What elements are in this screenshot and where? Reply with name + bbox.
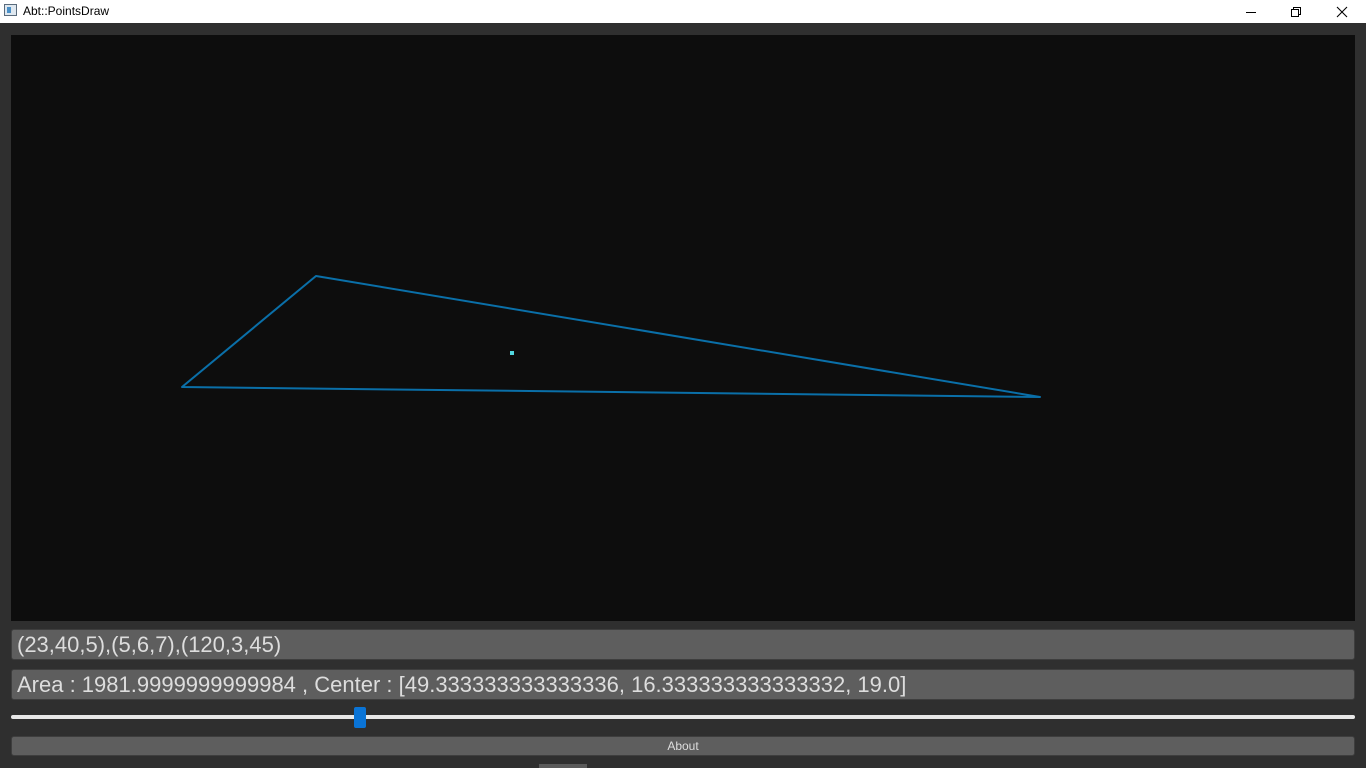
- center-marker: [510, 351, 514, 355]
- minimize-button[interactable]: [1228, 0, 1274, 23]
- window-title: Abt::PointsDraw: [23, 4, 110, 18]
- close-icon: [1336, 6, 1348, 17]
- close-button[interactable]: [1319, 0, 1365, 23]
- restore-button[interactable]: [1273, 0, 1319, 23]
- points-input[interactable]: (23,40,5),(5,6,7),(120,3,45): [11, 629, 1355, 660]
- app-icon: [4, 4, 17, 16]
- drawing-canvas[interactable]: [11, 35, 1355, 621]
- about-button[interactable]: About: [11, 736, 1355, 756]
- restore-icon: [1291, 6, 1301, 17]
- result-display[interactable]: Area : 1981.9999999999984 , Center : [49…: [11, 669, 1355, 700]
- minimize-icon: [1246, 11, 1256, 13]
- resize-grip[interactable]: [539, 764, 587, 768]
- title-bar: Abt::PointsDraw: [0, 0, 1366, 23]
- triangle-outline: [181, 275, 1041, 398]
- zoom-slider-handle[interactable]: [354, 707, 366, 728]
- triangle-plot: [181, 275, 1041, 398]
- zoom-slider-track[interactable]: [11, 715, 1355, 719]
